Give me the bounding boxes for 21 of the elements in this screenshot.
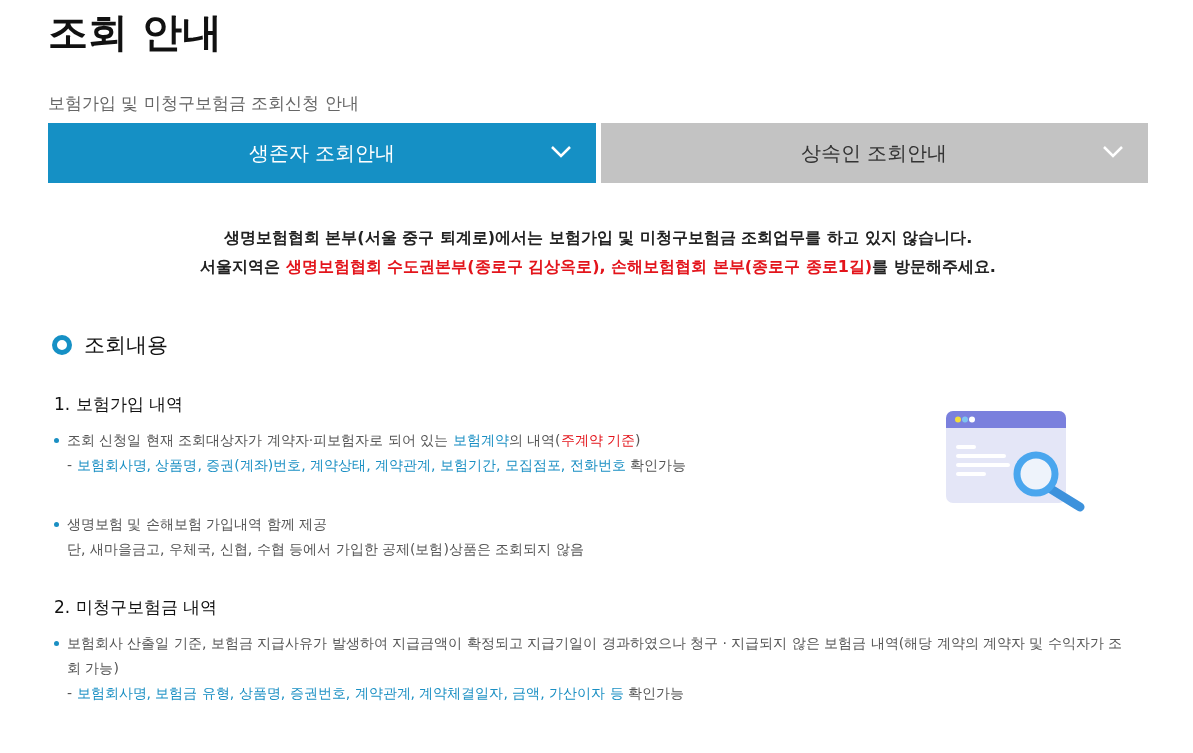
notice-text: 생명보험협회 본부(서울 중구 퇴계로)에서는 보험가입 및 미청구보험금 조회업무를 하고 있지 않습니다. (222, 227, 974, 249)
notice-text: 서울지역은 생명보험협회 수도권본부(종로구 김상옥로), 손해보험협회 본부(종로구 종로1길)를 방문해주세요. (199, 256, 997, 278)
bullet-icon (54, 438, 59, 443)
bullet-text: - 보험회사명, 상품명, 증권(계좌)번호, 계약상태, 계약관계, 보험기간, 모집점포, 전화번호 확인가능 (67, 456, 687, 475)
subtitle: 보험가입 및 미청구보험금 조회신청 안내 (48, 92, 360, 115)
bullet-text: 보험회사 산출일 기준, 보험금 지급사유가 발생하여 지급금액이 확정되고 지급기일이 경과하였으나 청구 · 지급되지 않은 보험금 내역(해당 계약의 계약자 및 수익자가 조회 가능) (67, 634, 1124, 678)
bullet-text: 생명보험 및 손해보험 가입내역 함께 제공 (67, 515, 329, 534)
page-title: 조회 안내 (48, 8, 223, 57)
bullet-text: 단, 새마을금고, 우체국, 신협, 수협 등에서 가입한 공제(보험)상품은 조회되지 않음 (67, 540, 584, 559)
bullet-text: - 보험회사명, 보험금 유형, 상품명, 증권번호, 계약관계, 계약체결일자, 금액, 가산이자 등 확인가능 (67, 684, 686, 703)
ring-bullet-icon (52, 335, 72, 355)
item-heading: 1. 보험가입 내역 (54, 393, 185, 416)
section-heading: 조회내용 (84, 332, 168, 359)
chevron-down-icon (549, 145, 572, 159)
bullet-icon (54, 641, 59, 646)
tab[interactable]: 생존자 조회안내 (48, 123, 596, 183)
bullet-icon (54, 522, 59, 527)
chevron-down-icon (1102, 145, 1124, 159)
bullet-text: 조회 신청일 현재 조회대상자가 계약자·피보험자로 되어 있는 보험계약의 내역(주계약 기준) (67, 431, 642, 450)
tab[interactable]: 상속인 조회안내 (600, 123, 1148, 183)
item-heading: 2. 미청구보험금 내역 (54, 596, 219, 619)
